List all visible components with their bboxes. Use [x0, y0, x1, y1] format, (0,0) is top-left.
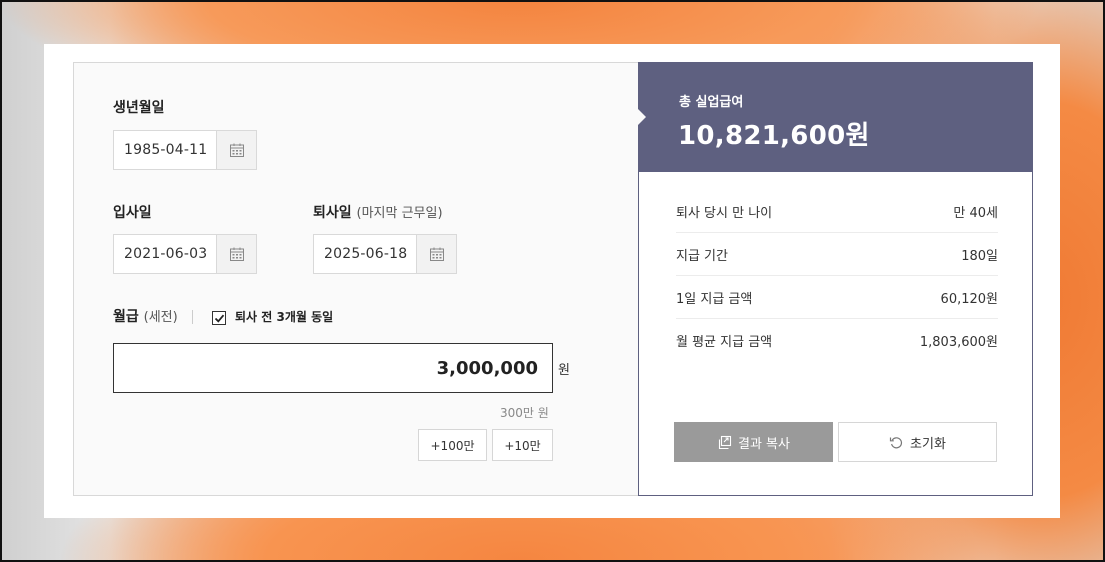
row-label: 1일 지급 금액 [676, 291, 753, 307]
join-date-input[interactable]: 2021-06-03 [113, 234, 257, 274]
leave-date-value: 2025-06-18 [324, 246, 408, 262]
result-row-monthly: 월 평균 지급 금액 1,803,600원 [676, 319, 998, 362]
birth-date-input[interactable]: 1985-04-11 [113, 130, 257, 170]
leave-label: 퇴사일 (마지막 근무일) [313, 202, 443, 222]
leave-date-input[interactable]: 2025-06-18 [313, 234, 457, 274]
salary-sub-label: (세전) [143, 310, 178, 325]
leave-label-text: 퇴사일 [313, 205, 352, 221]
pointer-arrow [638, 109, 646, 125]
reset-button[interactable]: 초기화 [838, 422, 997, 462]
join-label: 입사일 [113, 205, 152, 221]
calendar-icon[interactable] [216, 131, 256, 169]
row-label: 퇴사 당시 만 나이 [676, 205, 773, 221]
birth-label: 생년월일 [113, 100, 165, 116]
same-3months-checkbox[interactable] [212, 311, 226, 325]
input-panel: 생년월일 1985-04-11 입사일 2021-06-03 퇴사일 (마지막 … [73, 62, 639, 496]
salary-unit: 원 [558, 363, 570, 378]
reset-button-label: 초기화 [910, 436, 946, 452]
result-row-age: 퇴사 당시 만 나이 만 40세 [676, 190, 998, 233]
calendar-icon[interactable] [416, 235, 456, 273]
result-panel: 총 실업급여 10,821,600원 퇴사 당시 만 나이 만 40세 지급 기… [638, 62, 1033, 496]
salary-label-text: 월급 [113, 309, 139, 325]
reset-icon [889, 436, 903, 448]
row-value: 180일 [961, 248, 998, 264]
salary-helper-text: 300만 원 [500, 406, 549, 420]
row-label: 월 평균 지급 금액 [676, 335, 773, 350]
leave-sub-label: (마지막 근무일) [356, 206, 443, 221]
total-summary: 총 실업급여 10,821,600원 [638, 63, 1032, 172]
copy-result-button[interactable]: 결과 복사 [674, 422, 833, 462]
row-value: 60,120원 [940, 291, 998, 307]
salary-label: 월급 (세전) [113, 306, 178, 326]
birth-date-value: 1985-04-11 [124, 142, 208, 158]
calendar-icon[interactable] [216, 235, 256, 273]
result-row-daily: 1일 지급 금액 60,120원 [676, 276, 998, 319]
add-100man-button[interactable]: +100만 [418, 429, 487, 461]
row-value: 1,803,600원 [919, 335, 998, 350]
row-value: 만 40세 [953, 205, 998, 221]
same-3months-label[interactable]: 퇴사 전 3개월 동일 [235, 308, 333, 325]
row-label: 지급 기간 [676, 248, 728, 264]
result-row-period: 지급 기간 180일 [676, 233, 998, 276]
total-label: 총 실업급여 [679, 95, 744, 110]
total-value: 10,821,600원 [678, 121, 870, 151]
copy-button-label: 결과 복사 [738, 436, 790, 452]
join-date-value: 2021-06-03 [124, 246, 208, 262]
calculator-card: 생년월일 1985-04-11 입사일 2021-06-03 퇴사일 (마지막 … [44, 44, 1060, 518]
copy-icon [718, 435, 732, 449]
divider [192, 310, 193, 324]
salary-input[interactable]: 3,000,000 [113, 343, 553, 393]
add-10man-button[interactable]: +10만 [492, 429, 553, 461]
